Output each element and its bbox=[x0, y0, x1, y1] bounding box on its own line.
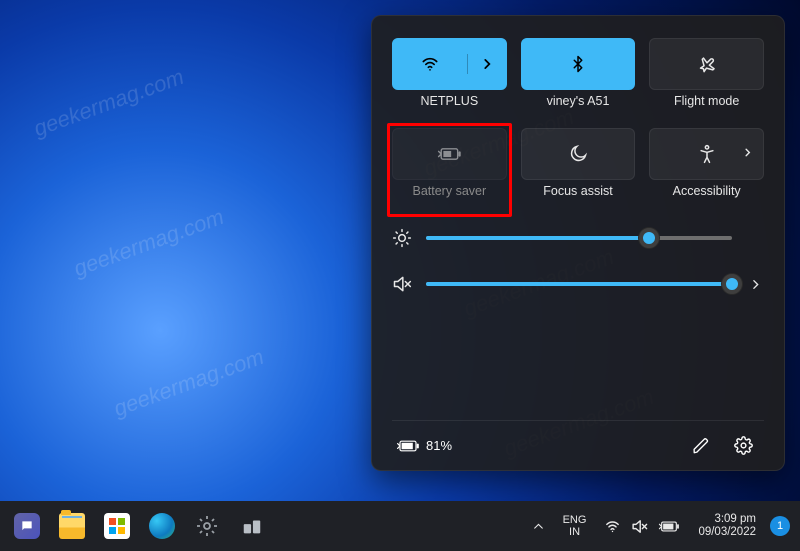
airplane-icon bbox=[697, 54, 717, 74]
clock-time: 3:09 pm bbox=[698, 513, 756, 526]
focus-assist-tile[interactable] bbox=[521, 128, 636, 180]
tile-wrapper-flight: Flight mode bbox=[649, 38, 764, 122]
chevron-right-icon bbox=[480, 57, 494, 71]
volume-row bbox=[392, 274, 764, 294]
system-tray[interactable] bbox=[596, 506, 688, 546]
battery-saver-tile[interactable] bbox=[392, 128, 507, 180]
taskbar-left bbox=[6, 505, 273, 547]
notification-badge[interactable]: 1 bbox=[770, 516, 790, 536]
wifi-expand-button[interactable] bbox=[468, 57, 506, 71]
volume-slider[interactable] bbox=[426, 282, 732, 286]
tile-wrapper-wifi: NETPLUS bbox=[392, 38, 507, 122]
volume-thumb[interactable] bbox=[722, 274, 742, 294]
taskbar-right: ENG IN 3:09 pm 09/03/2022 1 bbox=[524, 501, 790, 551]
chat-taskbar-button[interactable] bbox=[6, 505, 48, 547]
volume-mute-icon bbox=[631, 518, 648, 535]
app-taskbar-button[interactable] bbox=[231, 505, 273, 547]
microsoft-store-button[interactable] bbox=[96, 505, 138, 547]
clock-date: 09/03/2022 bbox=[698, 526, 756, 539]
clock[interactable]: 3:09 pm 09/03/2022 bbox=[690, 513, 764, 539]
watermark: geekermag.com bbox=[70, 204, 227, 282]
wifi-icon bbox=[604, 518, 621, 535]
moon-icon bbox=[568, 144, 588, 164]
quick-settings-panel: NETPLUS viney's A51 Flight mode Battery … bbox=[371, 15, 785, 471]
bluetooth-icon bbox=[569, 53, 587, 75]
flight-mode-tile[interactable] bbox=[649, 38, 764, 90]
brightness-thumb[interactable] bbox=[639, 228, 659, 248]
notification-count: 1 bbox=[777, 520, 783, 532]
folder-icon bbox=[59, 513, 85, 539]
accessibility-label: Accessibility bbox=[649, 184, 764, 198]
wifi-toggle[interactable] bbox=[393, 54, 468, 74]
sliders-section bbox=[392, 228, 764, 320]
volume-fill bbox=[426, 282, 732, 286]
brightness-slider[interactable] bbox=[426, 236, 732, 240]
chevron-right-icon bbox=[742, 145, 753, 163]
volume-output-button[interactable] bbox=[746, 278, 764, 291]
edge-browser-button[interactable] bbox=[141, 505, 183, 547]
store-icon bbox=[104, 513, 130, 539]
battery-percent: 81% bbox=[426, 438, 452, 453]
settings-taskbar-button[interactable] bbox=[186, 505, 228, 547]
chevron-right-icon bbox=[749, 278, 762, 291]
taskbar: ENG IN 3:09 pm 09/03/2022 1 bbox=[0, 501, 800, 551]
wifi-tile[interactable] bbox=[392, 38, 507, 90]
battery-saver-icon bbox=[436, 146, 462, 162]
flight-mode-label: Flight mode bbox=[649, 94, 764, 108]
language-code: ENG bbox=[563, 514, 587, 526]
battery-saver-label: Battery saver bbox=[392, 184, 507, 198]
chevron-up-icon bbox=[532, 520, 545, 533]
language-indicator[interactable]: ENG IN bbox=[555, 514, 595, 538]
tile-wrapper-focus: Focus assist bbox=[521, 128, 636, 212]
brightness-fill bbox=[426, 236, 649, 240]
wifi-label: NETPLUS bbox=[392, 94, 507, 108]
battery-charging-icon bbox=[658, 520, 680, 533]
quick-settings-grid: NETPLUS viney's A51 Flight mode Battery … bbox=[392, 38, 764, 212]
tile-wrapper-bluetooth: viney's A51 bbox=[521, 38, 636, 122]
bluetooth-label: viney's A51 bbox=[521, 94, 636, 108]
tile-wrapper-accessibility: Accessibility bbox=[649, 128, 764, 212]
accessibility-icon bbox=[697, 144, 717, 164]
accessibility-tile[interactable] bbox=[649, 128, 764, 180]
battery-charging-icon bbox=[396, 439, 420, 453]
gear-icon bbox=[734, 436, 753, 455]
language-region: IN bbox=[563, 526, 587, 538]
volume-mute-icon bbox=[392, 274, 412, 294]
edit-quick-settings-button[interactable] bbox=[684, 429, 718, 463]
file-explorer-button[interactable] bbox=[51, 505, 93, 547]
wifi-icon bbox=[420, 54, 440, 74]
watermark: geekermag.com bbox=[30, 64, 187, 142]
gear-icon bbox=[194, 513, 220, 539]
bluetooth-tile[interactable] bbox=[521, 38, 636, 90]
tray-chevron[interactable] bbox=[524, 506, 553, 546]
chat-icon bbox=[14, 513, 40, 539]
brightness-row bbox=[392, 228, 764, 248]
focus-assist-label: Focus assist bbox=[521, 184, 636, 198]
watermark: geekermag.com bbox=[110, 344, 267, 422]
battery-status[interactable]: 81% bbox=[396, 438, 452, 453]
edge-icon bbox=[149, 513, 175, 539]
pencil-icon bbox=[692, 437, 710, 455]
battery-saver-highlight: Battery saver bbox=[387, 123, 512, 217]
brightness-icon bbox=[392, 228, 412, 248]
app-icon bbox=[239, 513, 265, 539]
panel-footer: 81% bbox=[392, 420, 764, 470]
settings-button[interactable] bbox=[726, 429, 760, 463]
